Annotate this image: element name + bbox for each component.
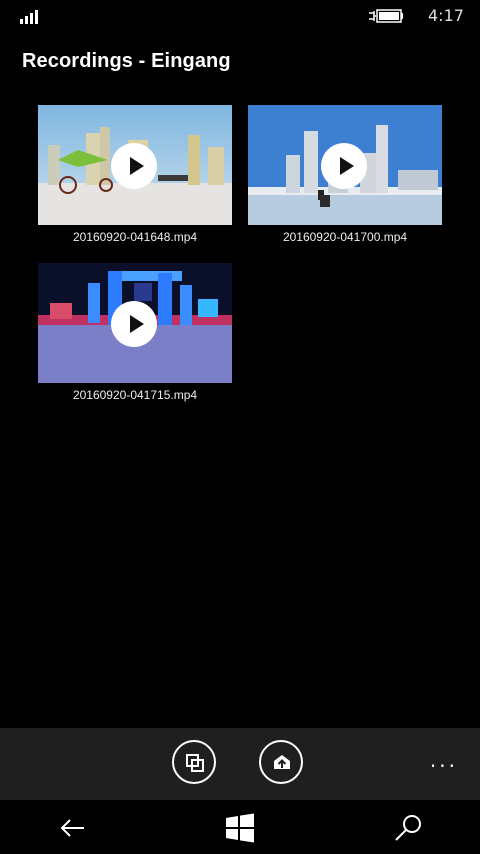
play-icon[interactable] — [111, 301, 157, 347]
recording-tile[interactable]: 20160920-041715.mp4 — [38, 263, 232, 402]
recording-tile[interactable]: 20160920-041700.mp4 — [248, 105, 442, 244]
page-title: Recordings - Eingang — [22, 50, 231, 72]
windows-start-icon[interactable] — [224, 812, 256, 844]
signal-strength-icon — [20, 10, 38, 24]
recording-filename: 20160920-041715.mp4 — [72, 388, 198, 402]
status-bar: 4:17 — [0, 0, 480, 32]
search-icon[interactable] — [392, 812, 424, 844]
recording-filename: 20160920-041648.mp4 — [72, 230, 198, 244]
upload-icon — [274, 755, 290, 769]
more-options-button[interactable]: ... — [430, 748, 458, 772]
recording-filename: 20160920-041700.mp4 — [282, 230, 408, 244]
play-icon[interactable] — [321, 143, 367, 189]
video-thumbnail[interactable] — [38, 105, 232, 225]
video-thumbnail[interactable] — [38, 263, 232, 383]
back-icon[interactable] — [56, 812, 88, 844]
copy-button[interactable] — [172, 740, 216, 784]
status-clock: 4:17 — [428, 6, 464, 25]
navigation-bar — [0, 800, 480, 854]
app-bar: ... — [0, 728, 480, 800]
video-thumbnail[interactable] — [248, 105, 442, 225]
recording-tile[interactable]: 20160920-041648.mp4 — [38, 105, 232, 244]
battery-charging-icon — [369, 9, 403, 23]
play-icon[interactable] — [111, 143, 157, 189]
copy-icon — [186, 754, 204, 772]
upload-button[interactable] — [259, 740, 303, 784]
